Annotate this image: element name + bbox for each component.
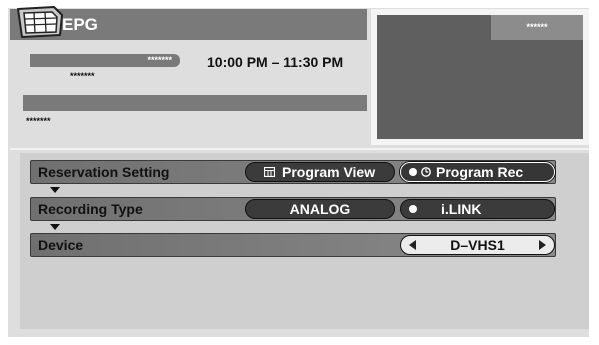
reservation-setting-label: Reservation Setting: [38, 164, 170, 180]
analog-button[interactable]: ANALOG: [245, 199, 395, 219]
arrow-down-icon: [50, 187, 60, 193]
program-view-label: Program View: [282, 164, 376, 180]
program-guide-icon: [264, 167, 275, 177]
right-arrow-icon[interactable]: [539, 240, 546, 250]
device-value: D–VHS1: [450, 237, 505, 253]
radio-dot-icon: [409, 168, 417, 176]
divider: [10, 148, 589, 150]
ilink-button[interactable]: i.LINK: [400, 199, 555, 219]
recording-type-label: Recording Type: [38, 201, 143, 217]
program-info-text: *******: [26, 116, 51, 126]
analog-label: ANALOG: [289, 201, 351, 217]
radio-dot-icon: [409, 205, 417, 213]
ilink-label: i.LINK: [441, 201, 482, 217]
epg-logo-icon: [17, 6, 63, 38]
program-rec-label: Program Rec: [436, 164, 524, 180]
clock-icon: [421, 167, 431, 177]
channel-tag: ******: [491, 15, 583, 40]
program-subtitle: *******: [70, 71, 95, 81]
program-info-bar: [23, 95, 367, 111]
program-view-button[interactable]: Program View: [245, 162, 395, 182]
device-selector[interactable]: D–VHS1: [400, 235, 555, 255]
device-label: Device: [38, 237, 84, 253]
arrow-down-icon: [50, 224, 60, 230]
program-rec-button[interactable]: Program Rec: [400, 162, 555, 182]
page-title: EPG: [62, 15, 98, 34]
program-name: *******: [30, 54, 180, 67]
program-time: 10:00 PM – 11:30 PM: [207, 54, 344, 70]
